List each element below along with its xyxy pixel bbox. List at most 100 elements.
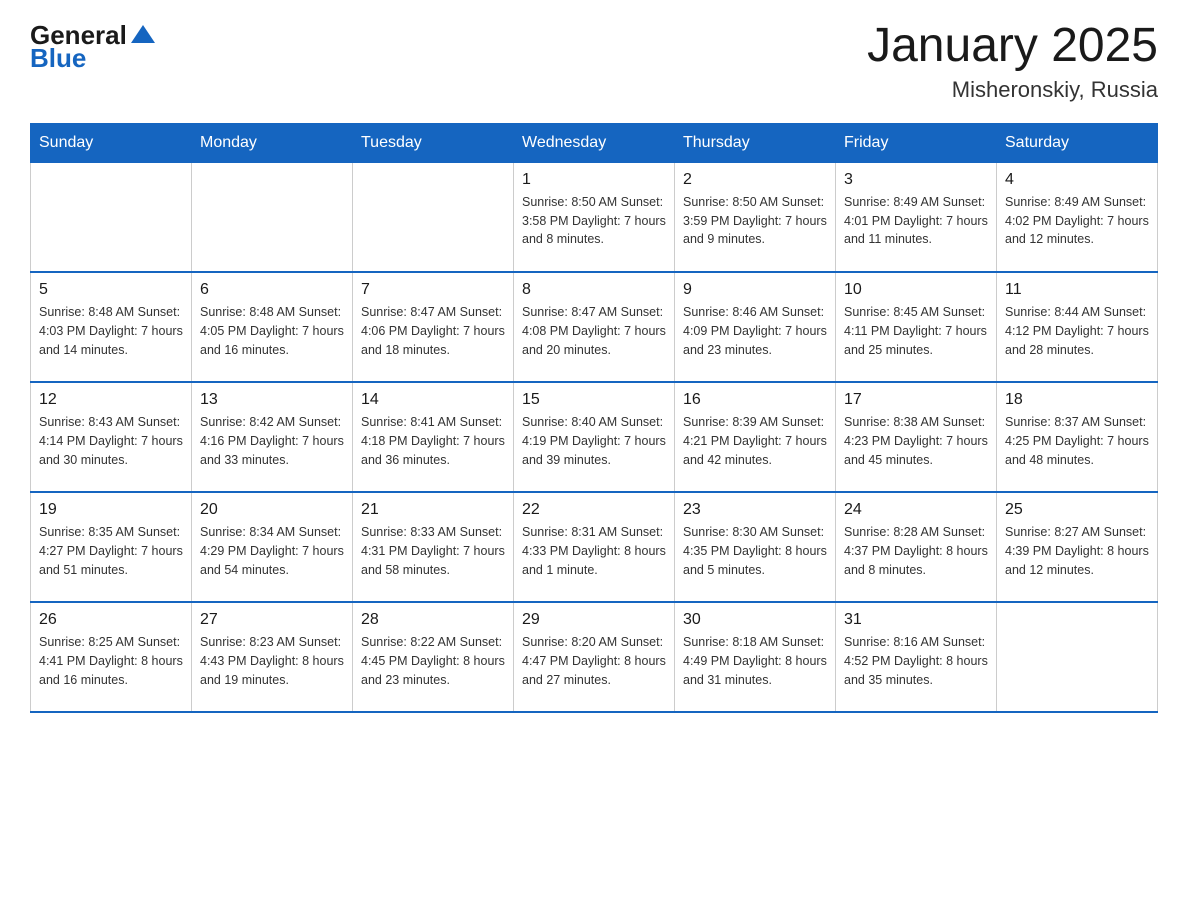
col-header-monday: Monday	[192, 123, 353, 162]
day-info: Sunrise: 8:41 AM Sunset: 4:18 PM Dayligh…	[361, 413, 505, 469]
day-number: 28	[361, 611, 505, 629]
day-number: 10	[844, 281, 988, 299]
day-cell-9: 9 Sunrise: 8:46 AM Sunset: 4:09 PM Daylig…	[675, 272, 836, 382]
day-cell-20: 20Sunrise: 8:34 AM Sunset: 4:29 PM Dayli…	[192, 492, 353, 602]
day-info: Sunrise: 8:22 AM Sunset: 4:45 PM Dayligh…	[361, 633, 505, 689]
day-cell-10: 10 Sunrise: 8:45 AM Sunset: 4:11 PM Dayli…	[836, 272, 997, 382]
day-info: Sunrise: 8:48 AM Sunset: 4:05 PM Dayligh…	[200, 303, 344, 359]
day-cell-6: 6 Sunrise: 8:48 AM Sunset: 4:05 PM Daylig…	[192, 272, 353, 382]
day-number: 25	[1005, 501, 1149, 519]
day-cell-21: 21 Sunrise: 8:33 AM Sunset: 4:31 PM Dayli…	[353, 492, 514, 602]
day-info: Sunrise: 8:39 AM Sunset: 4:21 PM Dayligh…	[683, 413, 827, 469]
day-info: Sunrise: 8:43 AM Sunset: 4:14 PM Dayligh…	[39, 413, 183, 469]
day-number: 16	[683, 391, 827, 409]
week-row-5: 26 Sunrise: 8:25 AM Sunset: 4:41 PM Dayli…	[31, 602, 1158, 712]
day-info: Sunrise: 8:49 AM Sunset: 4:01 PM Dayligh…	[844, 193, 988, 249]
day-info: Sunrise: 8:48 AM Sunset: 4:03 PM Dayligh…	[39, 303, 183, 359]
day-cell-29: 29 Sunrise: 8:20 AM Sunset: 4:47 PM Dayli…	[514, 602, 675, 712]
day-info: Sunrise: 8:47 AM Sunset: 4:06 PM Dayligh…	[361, 303, 505, 359]
day-cell-13: 13Sunrise: 8:42 AM Sunset: 4:16 PM Dayli…	[192, 382, 353, 492]
day-number: 14	[361, 391, 505, 409]
day-info: Sunrise: 8:37 AM Sunset: 4:25 PM Dayligh…	[1005, 413, 1149, 469]
day-cell-5: 5 Sunrise: 8:48 AM Sunset: 4:03 PM Daylig…	[31, 272, 192, 382]
empty-cell	[997, 602, 1158, 712]
day-info: Sunrise: 8:31 AM Sunset: 4:33 PM Dayligh…	[522, 523, 666, 579]
day-cell-23: 23Sunrise: 8:30 AM Sunset: 4:35 PM Dayli…	[675, 492, 836, 602]
day-number: 26	[39, 611, 183, 629]
day-info: Sunrise: 8:42 AM Sunset: 4:16 PM Dayligh…	[200, 413, 344, 469]
week-row-3: 12 Sunrise: 8:43 AM Sunset: 4:14 PM Dayli…	[31, 382, 1158, 492]
day-cell-3: 3Sunrise: 8:49 AM Sunset: 4:01 PM Daylig…	[836, 162, 997, 272]
day-info: Sunrise: 8:33 AM Sunset: 4:31 PM Dayligh…	[361, 523, 505, 579]
page-header: General Blue January 2025 Misheronskiy, …	[30, 20, 1158, 103]
day-number: 22	[522, 501, 666, 519]
col-header-tuesday: Tuesday	[353, 123, 514, 162]
day-number: 8	[522, 281, 666, 299]
day-number: 19	[39, 501, 183, 519]
day-info: Sunrise: 8:30 AM Sunset: 4:35 PM Dayligh…	[683, 523, 827, 579]
day-number: 15	[522, 391, 666, 409]
day-info: Sunrise: 8:46 AM Sunset: 4:09 PM Dayligh…	[683, 303, 827, 359]
calendar-header-row: SundayMondayTuesdayWednesdayThursdayFrid…	[31, 123, 1158, 162]
col-header-sunday: Sunday	[31, 123, 192, 162]
day-info: Sunrise: 8:20 AM Sunset: 4:47 PM Dayligh…	[522, 633, 666, 689]
day-info: Sunrise: 8:25 AM Sunset: 4:41 PM Dayligh…	[39, 633, 183, 689]
day-cell-15: 15 Sunrise: 8:40 AM Sunset: 4:19 PM Dayli…	[514, 382, 675, 492]
day-cell-16: 16 Sunrise: 8:39 AM Sunset: 4:21 PM Dayli…	[675, 382, 836, 492]
col-header-thursday: Thursday	[675, 123, 836, 162]
day-number: 27	[200, 611, 344, 629]
day-number: 18	[1005, 391, 1149, 409]
day-number: 29	[522, 611, 666, 629]
col-header-wednesday: Wednesday	[514, 123, 675, 162]
empty-cell	[31, 162, 192, 272]
day-info: Sunrise: 8:47 AM Sunset: 4:08 PM Dayligh…	[522, 303, 666, 359]
logo-blue: Blue	[30, 43, 86, 74]
calendar-table: SundayMondayTuesdayWednesdayThursdayFrid…	[30, 123, 1158, 714]
logo: General Blue	[30, 20, 157, 74]
day-cell-22: 22 Sunrise: 8:31 AM Sunset: 4:33 PM Dayli…	[514, 492, 675, 602]
day-info: Sunrise: 8:18 AM Sunset: 4:49 PM Dayligh…	[683, 633, 827, 689]
day-info: Sunrise: 8:49 AM Sunset: 4:02 PM Dayligh…	[1005, 193, 1149, 249]
day-info: Sunrise: 8:16 AM Sunset: 4:52 PM Dayligh…	[844, 633, 988, 689]
day-cell-24: 24Sunrise: 8:28 AM Sunset: 4:37 PM Dayli…	[836, 492, 997, 602]
day-number: 2	[683, 171, 827, 189]
day-info: Sunrise: 8:34 AM Sunset: 4:29 PM Dayligh…	[200, 523, 344, 579]
day-info: Sunrise: 8:27 AM Sunset: 4:39 PM Dayligh…	[1005, 523, 1149, 579]
day-info: Sunrise: 8:45 AM Sunset: 4:11 PM Dayligh…	[844, 303, 988, 359]
day-cell-28: 28 Sunrise: 8:22 AM Sunset: 4:45 PM Dayli…	[353, 602, 514, 712]
day-cell-17: 17 Sunrise: 8:38 AM Sunset: 4:23 PM Dayli…	[836, 382, 997, 492]
day-cell-30: 30 Sunrise: 8:18 AM Sunset: 4:49 PM Dayli…	[675, 602, 836, 712]
day-number: 30	[683, 611, 827, 629]
day-number: 9	[683, 281, 827, 299]
empty-cell	[353, 162, 514, 272]
day-cell-27: 27 Sunrise: 8:23 AM Sunset: 4:43 PM Dayli…	[192, 602, 353, 712]
day-number: 6	[200, 281, 344, 299]
day-cell-11: 11Sunrise: 8:44 AM Sunset: 4:12 PM Dayli…	[997, 272, 1158, 382]
week-row-4: 19Sunrise: 8:35 AM Sunset: 4:27 PM Dayli…	[31, 492, 1158, 602]
week-row-2: 5 Sunrise: 8:48 AM Sunset: 4:03 PM Daylig…	[31, 272, 1158, 382]
day-info: Sunrise: 8:40 AM Sunset: 4:19 PM Dayligh…	[522, 413, 666, 469]
day-cell-14: 14 Sunrise: 8:41 AM Sunset: 4:18 PM Dayli…	[353, 382, 514, 492]
day-number: 7	[361, 281, 505, 299]
day-number: 12	[39, 391, 183, 409]
day-info: Sunrise: 8:23 AM Sunset: 4:43 PM Dayligh…	[200, 633, 344, 689]
week-row-1: 1Sunrise: 8:50 AM Sunset: 3:58 PM Daylig…	[31, 162, 1158, 272]
day-cell-7: 7 Sunrise: 8:47 AM Sunset: 4:06 PM Daylig…	[353, 272, 514, 382]
calendar-subtitle: Misheronskiy, Russia	[867, 77, 1158, 103]
day-number: 17	[844, 391, 988, 409]
empty-cell	[192, 162, 353, 272]
day-number: 5	[39, 281, 183, 299]
day-cell-18: 18 Sunrise: 8:37 AM Sunset: 4:25 PM Dayli…	[997, 382, 1158, 492]
day-info: Sunrise: 8:38 AM Sunset: 4:23 PM Dayligh…	[844, 413, 988, 469]
day-number: 21	[361, 501, 505, 519]
day-number: 24	[844, 501, 988, 519]
day-info: Sunrise: 8:44 AM Sunset: 4:12 PM Dayligh…	[1005, 303, 1149, 359]
day-cell-2: 2Sunrise: 8:50 AM Sunset: 3:59 PM Daylig…	[675, 162, 836, 272]
title-block: January 2025 Misheronskiy, Russia	[867, 20, 1158, 103]
day-cell-4: 4Sunrise: 8:49 AM Sunset: 4:02 PM Daylig…	[997, 162, 1158, 272]
col-header-friday: Friday	[836, 123, 997, 162]
day-cell-31: 31 Sunrise: 8:16 AM Sunset: 4:52 PM Dayli…	[836, 602, 997, 712]
day-number: 31	[844, 611, 988, 629]
day-cell-19: 19Sunrise: 8:35 AM Sunset: 4:27 PM Dayli…	[31, 492, 192, 602]
col-header-saturday: Saturday	[997, 123, 1158, 162]
